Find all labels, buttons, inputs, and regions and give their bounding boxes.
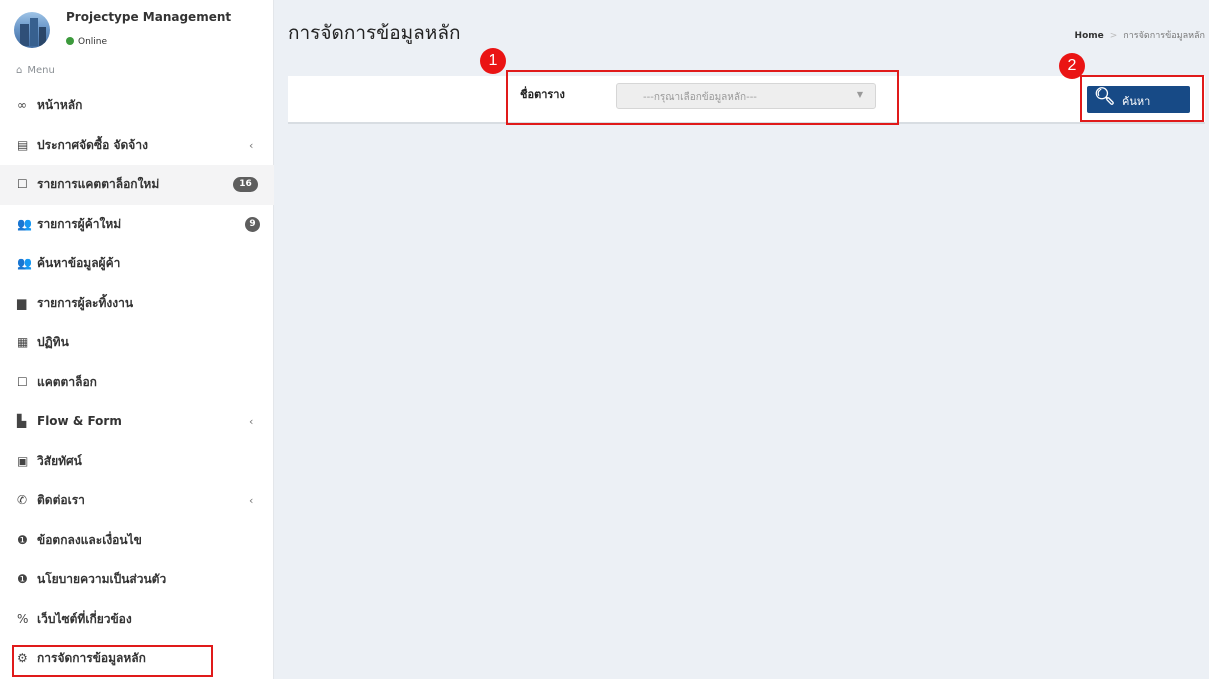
sidebar-item-procurement[interactable]: ▤ ประกาศจัดซื้อ จัดจ้าง ‹ [0,126,274,166]
annotation-marker-1: 1 [480,48,506,74]
sidebar-item-vision[interactable]: ▣ วิสัยทัศน์ [0,442,274,482]
sidebar-item-label: นโยบายความเป็นส่วนตัว [37,572,167,586]
sidebar-item-catalog[interactable]: ☐ แคตตาล็อก [0,363,274,403]
count-badge: 9 [245,216,260,232]
annotation-highlight-sidebar [12,645,213,677]
sidebar-item-label: เว็บไซต์ที่เกี่ยวข้อง [37,611,132,626]
sidebar: Projectype Management Online ⌂ Menu ∞ หน้า… [0,0,274,679]
chevron-left-icon: ‹ [249,138,254,152]
online-status: Online [66,37,107,47]
home-icon: ⌂ [16,65,23,76]
sidebar-item-label: รายการผู้ละทิ้งงาน [37,295,134,310]
menu-header: ⌂ Menu [16,65,55,76]
breadcrumb-separator: > [1109,31,1118,41]
calendar-icon: ▦ [17,335,29,349]
sidebar-item-label: ปฏิทิน [37,335,69,349]
count-badge: 16 [233,177,258,192]
online-status-label: Online [78,37,108,47]
annotation-marker-2: 2 [1059,53,1085,79]
sidebar-item-calendar[interactable]: ▦ ปฏิทิน [0,323,274,363]
chevron-left-icon: ‹ [249,494,254,507]
annotation-highlight-select [506,70,899,125]
sidebar-item-label: แคตตาล็อก [37,374,97,389]
sidebar-item-label: รายการผู้ค้าใหม่ [37,216,122,231]
sidebar-item-label: วิสัยทัศน์ [37,453,82,468]
page-title: การจัดการข้อมูลหลัก [288,22,461,44]
sidebar-item-label: ติดต่อเรา [37,493,85,507]
avatar [14,12,50,48]
sidebar-item-label: Flow & Form [37,414,122,428]
sidebar-item-terms[interactable]: ❶ ข้อตกลงและเงื่อนไข [0,521,274,561]
sidebar-item-related-sites[interactable]: % เว็บไซต์ที่เกี่ยวข้อง [0,600,274,640]
breadcrumb-current: การจัดการข้อมูลหลัก [1123,31,1205,41]
user-panel: Projectype Management Online [0,0,274,58]
file-icon: ▆ [17,295,27,310]
sidebar-item-flow-form[interactable]: ▙ Flow & Form ‹ [0,402,274,442]
newspaper-icon: ▤ [17,137,29,152]
sidebar-item-abandoned[interactable]: ▆ รายการผู้ละทิ้งงาน [0,284,274,324]
sidebar-item-label: หน้าหลัก [37,98,83,112]
info-icon: ❶ [17,572,28,586]
sidebar-item-new-catalog[interactable]: ☐ รายการแคตตาล็อกใหม่ 16 [0,165,274,205]
sidebar-item-label: ข้อตกลงและเงื่อนไข [37,532,142,547]
sidebar-item-search-vendors[interactable]: 👥 ค้นหาข้อมูลผู้ค้า [0,244,274,284]
sidebar-item-label: รายการแคตตาล็อกใหม่ [37,177,160,191]
online-dot-icon [66,37,74,45]
link-icon: % [17,611,29,626]
breadcrumb: Home > การจัดการข้อมูลหลัก [1075,28,1205,42]
annotation-highlight-search [1080,75,1204,122]
sidebar-item-contact[interactable]: ✆ ติดต่อเรา ‹ [0,481,274,521]
dashboard-icon: ∞ [17,98,27,112]
breadcrumb-home[interactable]: Home [1075,31,1104,41]
image-icon: ▣ [17,453,29,468]
sidebar-item-label: ประกาศจัดซื้อ จัดจ้าง [37,137,148,152]
menu-header-label: Menu [27,65,55,76]
users-icon: 👥 [17,256,32,270]
files-icon: ▙ [17,414,27,428]
square-icon: ☐ [17,177,28,191]
users-icon: 👥 [17,216,32,231]
sidebar-item-label: ค้นหาข้อมูลผู้ค้า [37,256,121,270]
sidebar-item-privacy[interactable]: ❶ นโยบายความเป็นส่วนตัว [0,560,274,600]
chevron-left-icon: ‹ [249,415,254,428]
info-icon: ❶ [17,532,28,547]
sidebar-menu: ∞ หน้าหลัก ▤ ประกาศจัดซื้อ จัดจ้าง ‹ ☐ รายก… [0,86,274,679]
sidebar-item-new-vendors[interactable]: 👥 รายการผู้ค้าใหม่ 9 [0,205,274,245]
whatsapp-icon: ✆ [17,493,28,507]
square-icon: ☐ [17,374,28,389]
sidebar-item-home[interactable]: ∞ หน้าหลัก [0,86,274,126]
app-name: Projectype Management [66,10,232,24]
